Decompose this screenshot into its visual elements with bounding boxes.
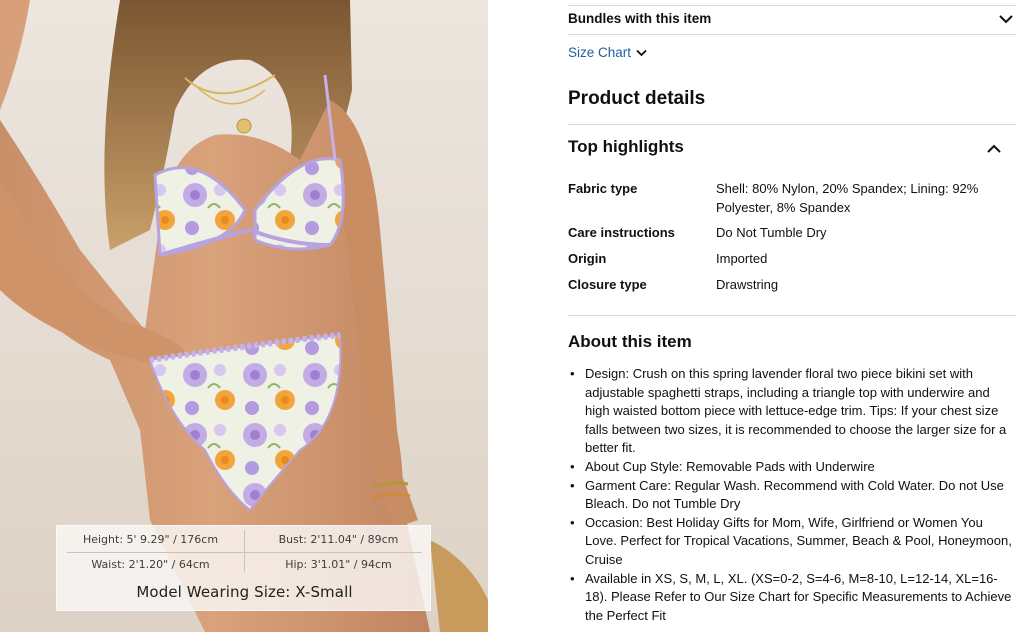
- spec-value: Do Not Tumble Dry: [716, 225, 827, 240]
- spec-label: Closure type: [568, 277, 647, 292]
- height-measurement: Height: 5' 9.29" / 176cm: [82, 533, 219, 546]
- divider: [568, 124, 1016, 125]
- list-item: Design: Crush on this spring lavender fl…: [570, 365, 1015, 458]
- divider: [568, 5, 1016, 6]
- top-highlights-heading[interactable]: Top highlights: [568, 137, 684, 157]
- product-details-panel: Bundles with this item Size Chart Produc…: [568, 0, 1016, 632]
- grid-divider-vertical: [244, 530, 245, 572]
- hip-measurement: Hip: 3'1.01" / 94cm: [285, 558, 392, 571]
- divider: [568, 315, 1016, 316]
- spec-value: Drawstring: [716, 277, 779, 292]
- spec-value: Shell: 80% Nylon, 20% Spandex; Lining: 9…: [716, 181, 979, 215]
- spec-label: Origin: [568, 251, 607, 266]
- spec-value: Imported: [716, 251, 768, 266]
- size-info-card: Height: 5' 9.29" / 176cm Bust: 2'11.04" …: [56, 525, 431, 611]
- chevron-up-icon[interactable]: [986, 140, 1002, 159]
- chevron-down-icon: [998, 13, 1014, 28]
- size-chart-label: Size Chart: [568, 45, 632, 60]
- about-this-item-heading: About this item: [568, 332, 692, 351]
- size-chart-link[interactable]: Size Chart: [568, 45, 647, 60]
- chevron-down-icon: [636, 45, 647, 60]
- list-item: Occasion: Best Holiday Gifts for Mom, Wi…: [570, 514, 1015, 570]
- spec-label: Care instructions: [568, 225, 675, 240]
- waist-measurement: Waist: 2'1.20" / 64cm: [91, 558, 210, 571]
- bust-measurement: Bust: 2'11.04" / 89cm: [278, 533, 399, 546]
- grid-divider-horizontal: [67, 552, 422, 553]
- bundles-expander[interactable]: Bundles with this item: [568, 11, 1016, 31]
- product-image[interactable]: Height: 5' 9.29" / 176cm Bust: 2'11.04" …: [0, 0, 488, 632]
- product-details-heading: Product details: [568, 88, 706, 109]
- model-wearing-size: Model Wearing Size: X-Small: [136, 583, 353, 601]
- spec-label: Fabric type: [568, 181, 638, 196]
- list-item: About Cup Style: Removable Pads with Und…: [570, 458, 1015, 477]
- divider: [568, 34, 1016, 35]
- about-bullet-list: Design: Crush on this spring lavender fl…: [570, 365, 1015, 626]
- measurements-grid: Height: 5' 9.29" / 176cm Bust: 2'11.04" …: [57, 526, 432, 576]
- list-item: Garment Care: Regular Wash. Recommend wi…: [570, 477, 1015, 514]
- bundles-label: Bundles with this item: [568, 11, 712, 26]
- list-item: Available in XS, S, M, L, XL. (XS=0-2, S…: [570, 570, 1015, 626]
